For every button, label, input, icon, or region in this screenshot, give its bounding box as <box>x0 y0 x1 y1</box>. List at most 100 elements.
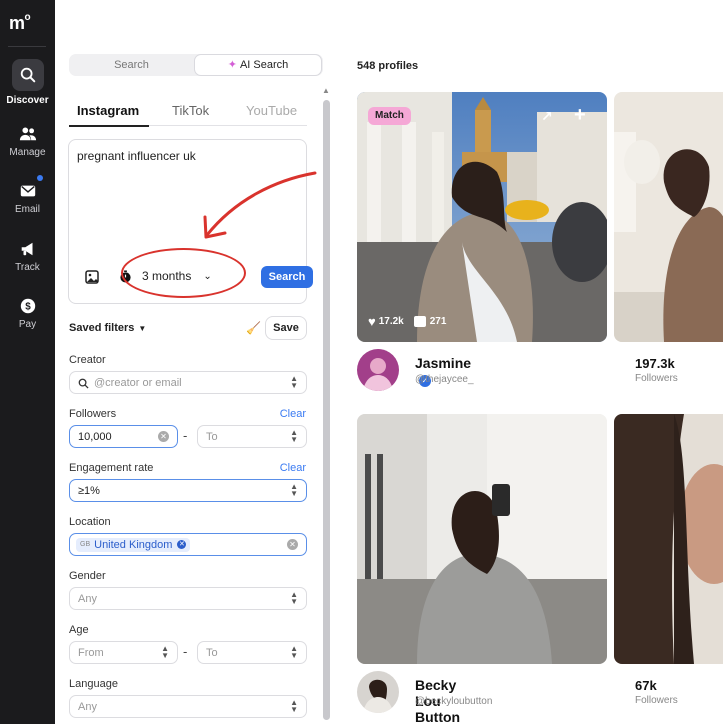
clear-icon[interactable]: ✕ <box>287 539 298 550</box>
caret-down-icon: ▼ <box>138 324 147 333</box>
filter-scrollbar[interactable]: ▲ <box>322 86 330 724</box>
clear-icon[interactable]: ✕ <box>158 431 169 442</box>
match-badge: Match <box>368 107 411 125</box>
platform-tabs: Instagram TikTok YouTube <box>68 100 307 127</box>
search-mode-toggle: Search ✦ AI Search <box>69 54 323 76</box>
likes-count: 17.2k <box>378 316 404 327</box>
language-value: Any <box>78 700 97 713</box>
profile-handle: @thejaycee_ <box>415 374 474 385</box>
followers-count: 197.3k <box>635 356 675 371</box>
updown-icon: ▲ ▼ <box>290 590 298 606</box>
sidebar-item-manage[interactable]: Manage <box>0 125 55 158</box>
external-link-icon[interactable]: ↗ <box>541 108 553 125</box>
heart-icon: ♥ <box>368 314 376 329</box>
dollar-icon: $ <box>20 298 35 314</box>
post-stats: ♥ 17.2k 271 <box>368 314 446 329</box>
annotation-oval <box>121 248 246 298</box>
sidebar-item-label: Pay <box>18 319 37 330</box>
updown-icon: ▲ ▼ <box>290 374 298 390</box>
updown-icon: ▲ ▼ <box>290 428 298 444</box>
profile-photo[interactable] <box>614 414 723 664</box>
location-chip[interactable]: GB United Kingdom ✕ <box>76 537 191 552</box>
tab-instagram[interactable]: Instagram <box>68 103 150 127</box>
save-filters-button[interactable]: Save <box>265 316 307 340</box>
sidebar-item-pay[interactable]: $ Pay <box>0 297 55 330</box>
people-icon <box>19 127 36 141</box>
comment-icon <box>413 316 426 327</box>
ai-search-label: AI Search <box>239 59 289 71</box>
updown-icon: ▲ ▼ <box>290 482 298 498</box>
followers-to-value: To <box>206 430 218 443</box>
search-mode-search[interactable]: Search <box>69 54 194 76</box>
language-select[interactable]: Any ▲ ▼ <box>69 695 307 718</box>
megaphone-icon <box>21 242 32 256</box>
query-input[interactable]: pregnant influencer uk <box>77 149 196 163</box>
image-icon[interactable] <box>85 270 99 284</box>
remove-chip-icon[interactable]: ✕ <box>177 540 187 549</box>
sidebar-item-track[interactable]: Track <box>0 240 55 273</box>
engagement-label: Engagement rate <box>69 462 154 474</box>
age-from-select[interactable]: From ▲ ▼ <box>69 641 178 664</box>
range-dash: - <box>183 428 188 443</box>
search-button[interactable]: Search <box>261 266 313 288</box>
sidebar-item-email[interactable]: Email <box>0 182 55 215</box>
followers-label: Followers <box>69 408 117 420</box>
location-chip-label: United Kingdom <box>94 538 173 551</box>
creator-placeholder: @creator or email <box>94 376 182 389</box>
gender-select[interactable]: Any ▲ ▼ <box>69 587 307 610</box>
flag-icon: GB <box>80 541 91 548</box>
updown-icon: ▲ ▼ <box>161 644 169 660</box>
followers-count: 67k <box>635 678 657 693</box>
sidebar: mo Discover Manage Email Track $ Pay <box>0 0 55 724</box>
profile-photo[interactable]: Match ↗ + ♥ 17.2k 271 <box>357 92 607 342</box>
add-icon[interactable]: + <box>574 104 586 127</box>
scroll-thumb[interactable] <box>323 100 330 720</box>
engagement-clear[interactable]: Clear <box>280 462 306 474</box>
creator-input[interactable]: @creator or email ▲ ▼ <box>69 371 307 394</box>
profile-photo-image <box>614 92 723 342</box>
svg-text:$: $ <box>25 302 31 313</box>
saved-filters-dropdown[interactable]: Saved filters ▼ <box>69 322 146 334</box>
age-to-value: To <box>206 646 218 659</box>
comments-count: 271 <box>429 316 447 327</box>
engagement-value: ≥1% <box>78 484 100 497</box>
profile-handle: @beckyloubutton <box>415 696 493 707</box>
creator-label: Creator <box>69 354 106 366</box>
followers-label: Followers <box>635 373 678 384</box>
broom-icon[interactable]: 🧹 <box>246 321 261 335</box>
scroll-up-icon[interactable]: ▲ <box>322 86 330 95</box>
sidebar-item-label: Manage <box>9 147 46 158</box>
avatar[interactable] <box>357 671 399 713</box>
tab-youtube[interactable]: YouTube <box>246 103 297 118</box>
search-icon <box>20 67 35 83</box>
updown-icon: ▲ ▼ <box>290 698 298 714</box>
engagement-select[interactable]: ≥1% ▲ ▼ <box>69 479 307 502</box>
followers-to-input[interactable]: To ▲ ▼ <box>197 425 307 448</box>
updown-icon: ▲ ▼ <box>290 644 298 660</box>
gender-value: Any <box>78 592 97 605</box>
search-mode-ai[interactable]: ✦ AI Search <box>194 54 322 76</box>
profile-photo[interactable] <box>357 414 607 664</box>
profile-name-text: Jasmine <box>415 355 472 371</box>
followers-label: Followers <box>635 695 678 706</box>
profile-photo-image <box>357 92 607 342</box>
tab-tiktok[interactable]: TikTok <box>172 103 209 118</box>
age-from-value: From <box>78 646 104 659</box>
app-logo[interactable]: mo <box>9 12 31 34</box>
age-to-select[interactable]: To ▲ ▼ <box>197 641 307 664</box>
sidebar-item-label: Email <box>14 204 40 215</box>
results-count: 548 profiles <box>357 60 419 72</box>
search-icon <box>78 378 89 389</box>
followers-from-value: 10,000 <box>78 430 112 443</box>
profile-photo[interactable] <box>614 92 723 342</box>
followers-clear[interactable]: Clear <box>280 408 306 420</box>
age-label: Age <box>69 624 89 636</box>
annotation-arrow <box>203 171 317 239</box>
followers-from-input[interactable]: 10,000 ✕ <box>69 425 178 448</box>
range-dash: - <box>183 644 188 659</box>
sparkle-icon: ✦ <box>227 59 237 71</box>
location-input[interactable]: GB United Kingdom ✕ ✕ <box>69 533 307 556</box>
avatar[interactable] <box>357 349 399 391</box>
sidebar-item-discover[interactable]: Discover <box>0 59 55 106</box>
sidebar-item-label: Discover <box>6 95 49 106</box>
